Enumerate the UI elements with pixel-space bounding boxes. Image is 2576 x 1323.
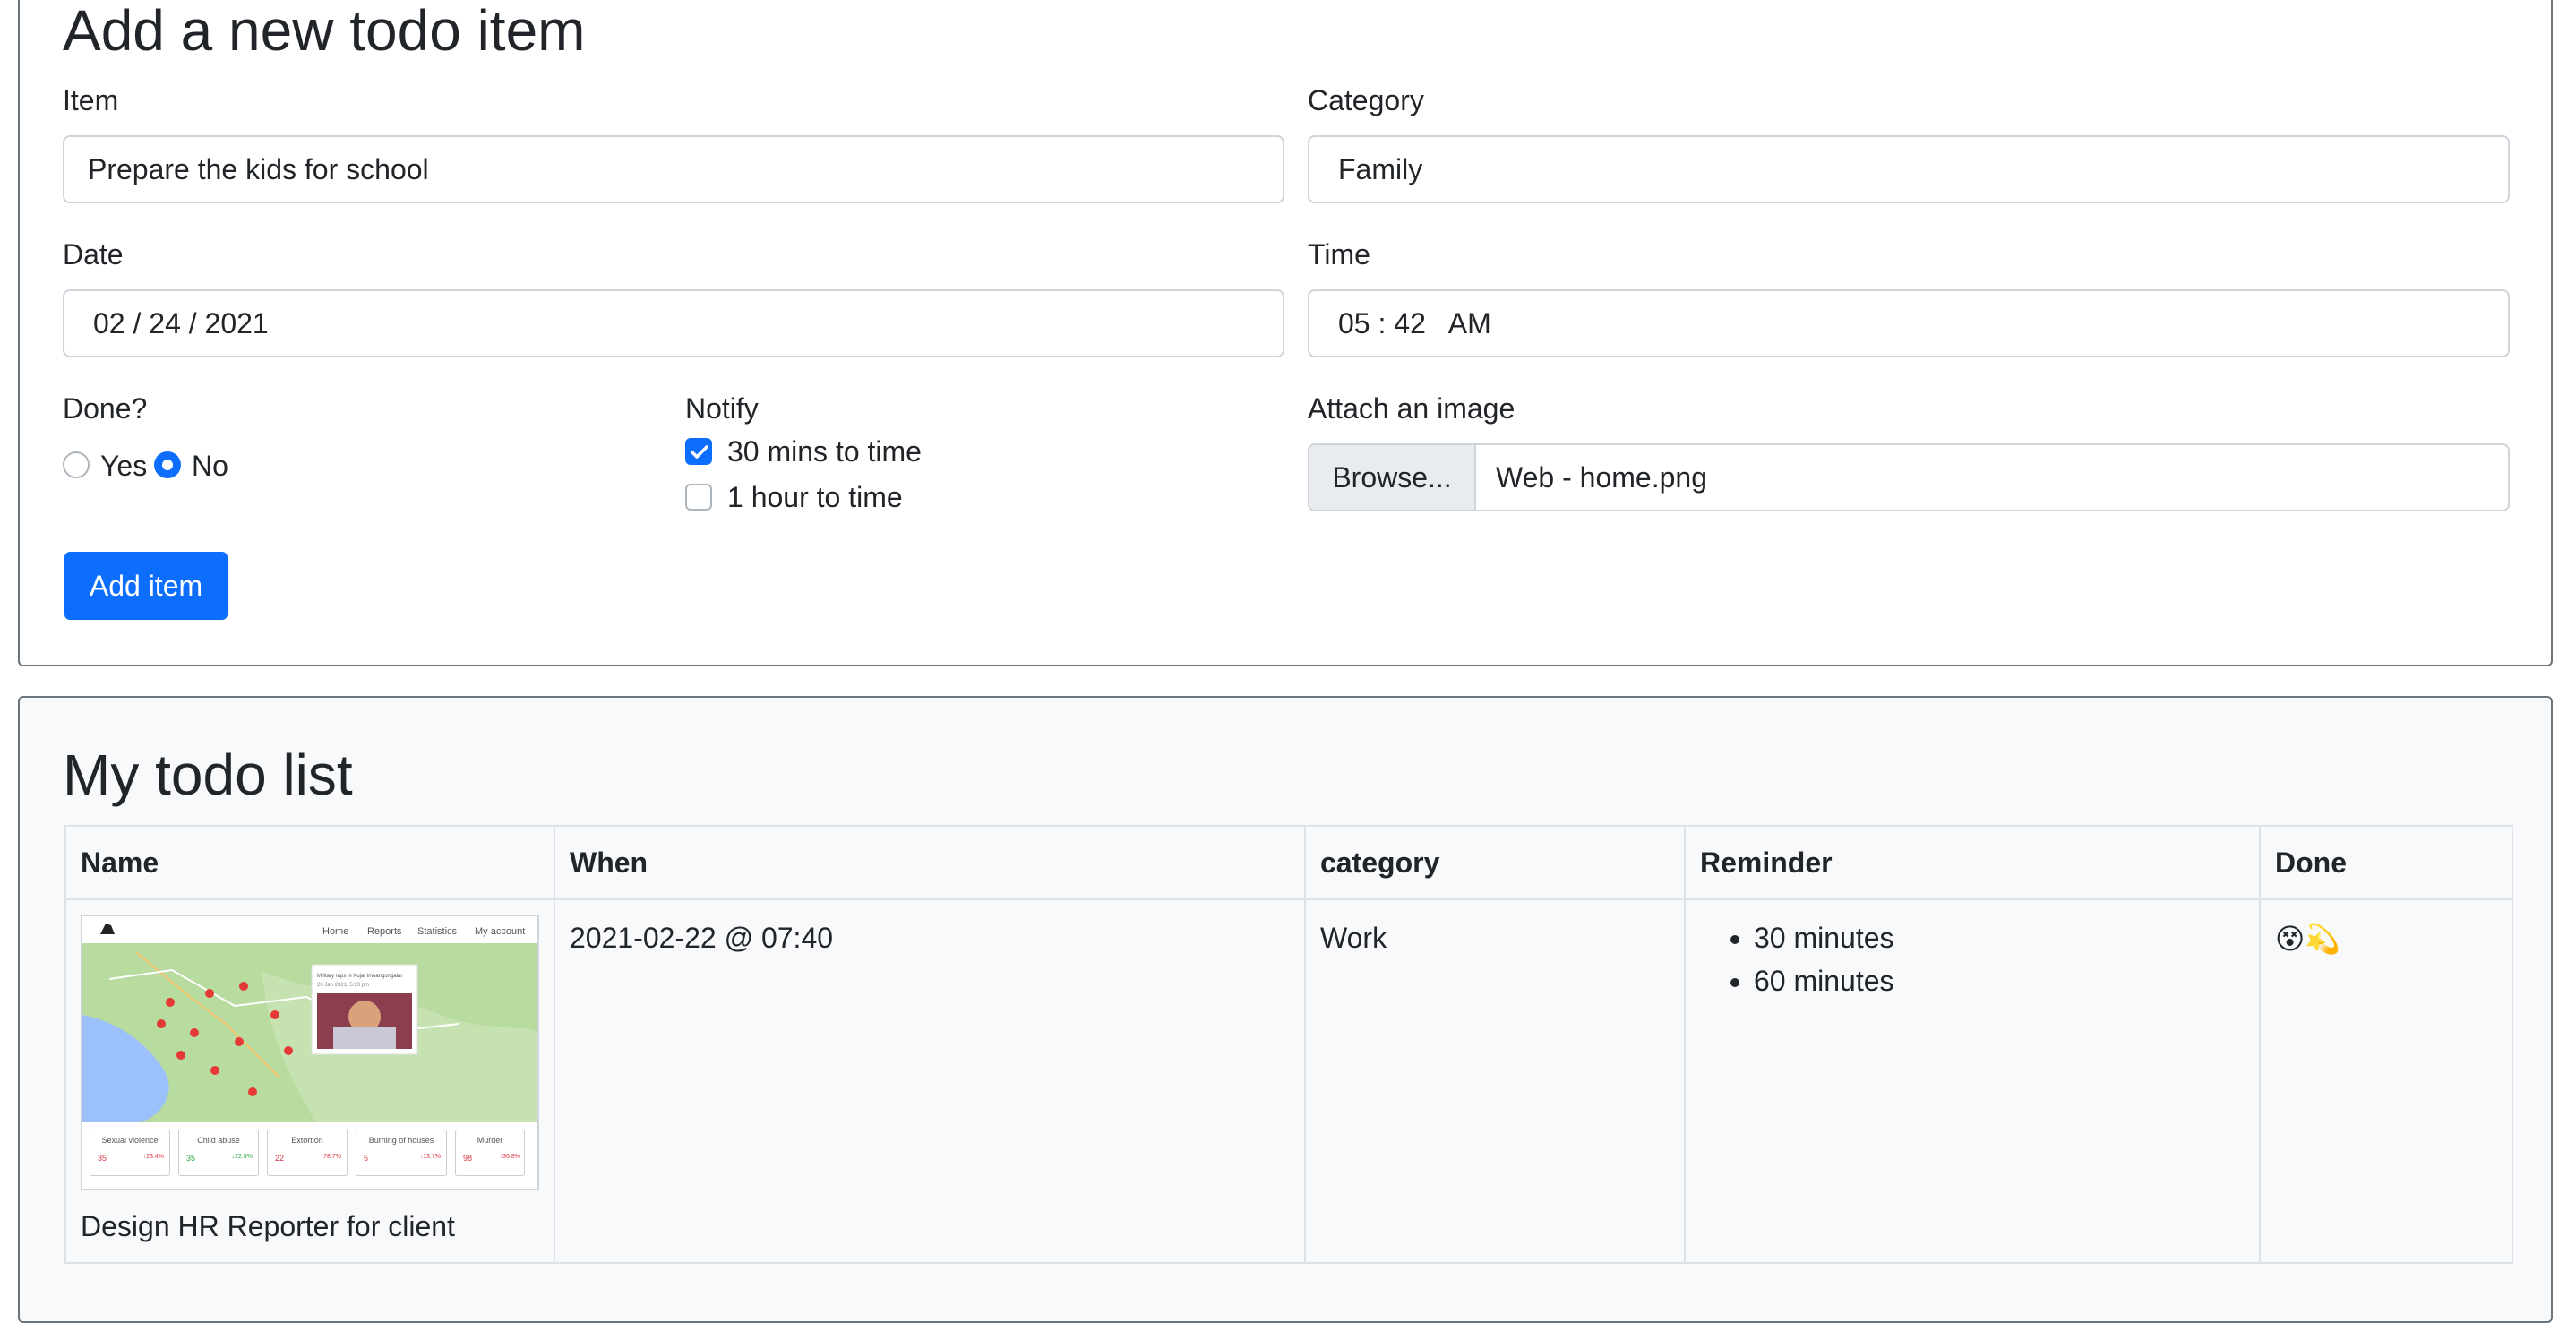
thumb-stat-label: Extortion <box>291 1136 323 1145</box>
thumb-stat-value: 22 <box>275 1154 285 1163</box>
category-label: Category <box>1308 84 1424 116</box>
thumb-stat-card: Child abuse 35 ↓22.8% <box>178 1130 259 1176</box>
thumb-nav-reports: Reports <box>367 926 402 937</box>
thumb-stat-value: 35 <box>98 1154 107 1163</box>
reminder-list: 30 minutes 60 minutes <box>1700 916 2245 1002</box>
column-header-when: When <box>554 825 1306 900</box>
thumb-stat-label: Murder <box>477 1136 503 1145</box>
cell-when: 2021-02-22 @ 07:40 <box>554 898 1306 1264</box>
notify-30-checkbox[interactable] <box>685 438 712 465</box>
time-input-value: 05 : 42 AM <box>1338 306 1491 339</box>
thumb-popup-text: Military raps in Kujai Imuangongalar <box>317 974 402 979</box>
browse-button[interactable]: Browse... <box>1309 445 1476 510</box>
thumb-stat-change: ↑78.7% <box>320 1154 341 1160</box>
done-yes-label: Yes <box>100 450 148 482</box>
add-todo-card: Add a new todo item Item Prepare the kid… <box>18 0 2553 666</box>
table-header-row: Name When category Reminder Done <box>64 825 2513 900</box>
thumb-popup-date: 20 Jan 2021, 5:23 pm <box>317 983 369 988</box>
thumb-stat-label: Sexual violence <box>101 1136 159 1145</box>
cell-reminder: 30 minutes 60 minutes <box>1684 898 2261 1264</box>
date-input-value: 02 / 24 / 2021 <box>93 306 269 339</box>
file-input[interactable]: Browse... Web - home.png <box>1308 443 2510 511</box>
thumb-stat-change: ↓22.8% <box>231 1154 253 1160</box>
done-no-label: No <box>192 450 228 482</box>
file-name: Web - home.png <box>1496 460 1707 494</box>
item-label: Item <box>63 84 119 116</box>
thumb-nav-statistics: Statistics <box>417 926 458 937</box>
time-input[interactable]: 05 : 42 AM <box>1308 289 2510 357</box>
date-input[interactable]: 02 / 24 / 2021 <box>63 289 1284 357</box>
thumb-stat-change: ↑13.7% <box>419 1154 441 1160</box>
done-yes-radio[interactable] <box>63 451 90 478</box>
column-header-reminder: Reminder <box>1684 825 2261 900</box>
notify-60-label: 1 hour to time <box>727 481 903 513</box>
reminder-item: 60 minutes <box>1754 959 2245 1002</box>
thumb-stat-change: ↑23.4% <box>142 1154 164 1160</box>
thumb-stat-card: Burning of houses 5 ↑13.7% <box>356 1130 447 1176</box>
thumb-nav-account: My account <box>475 926 525 937</box>
reminder-item: 30 minutes <box>1754 916 2245 959</box>
thumb-stat-value: 98 <box>463 1154 473 1163</box>
thumb-stat-card: Murder 98 ↑36.8% <box>455 1130 525 1176</box>
todo-image-thumbnail[interactable]: Home Reports Statistics My account Milit… <box>81 915 539 1190</box>
thumb-stat-card: Extortion 22 ↑78.7% <box>267 1130 348 1176</box>
attach-label: Attach an image <box>1308 392 1516 425</box>
column-header-category: category <box>1304 825 1686 900</box>
thumb-stat-label: Burning of houses <box>368 1136 434 1145</box>
thumb-nav-home: Home <box>322 926 348 937</box>
column-header-name: Name <box>64 825 555 900</box>
table-row: Home Reports Statistics My account Milit… <box>64 898 2513 1264</box>
done-status-emoji: 😵💫 <box>2275 923 2341 955</box>
thumb-stat-value: 5 <box>364 1154 369 1163</box>
time-label: Time <box>1308 238 1370 271</box>
thumb-stat-card: Sexual violence 35 ↑23.4% <box>90 1130 170 1176</box>
notify-label: Notify <box>685 392 759 425</box>
done-no-radio[interactable] <box>154 451 181 478</box>
thumb-stat-change: ↑36.8% <box>499 1154 520 1160</box>
cell-done: 😵💫 <box>2259 898 2513 1264</box>
todo-list-card: My todo list Name When category Reminder… <box>18 696 2553 1323</box>
form-title: Add a new todo item <box>63 0 586 63</box>
check-icon <box>691 445 708 459</box>
list-title: My todo list <box>63 743 353 807</box>
todo-table: Name When category Reminder Done Home Re… <box>64 825 2513 1264</box>
thumbnail-stats-row: Sexual violence 35 ↑23.4% Child abuse 35… <box>90 1130 525 1176</box>
notify-30-label: 30 mins to time <box>727 435 922 468</box>
cell-name: Home Reports Statistics My account Milit… <box>64 898 555 1264</box>
item-input[interactable]: Prepare the kids for school <box>63 135 1284 203</box>
thumb-stat-value: 35 <box>186 1154 196 1163</box>
notify-60-checkbox[interactable] <box>685 484 712 511</box>
category-input-value: Family <box>1338 152 1423 185</box>
category-input[interactable]: Family <box>1308 135 2510 203</box>
done-label: Done? <box>63 392 148 425</box>
column-header-done: Done <box>2259 825 2513 900</box>
item-input-value: Prepare the kids for school <box>88 152 429 185</box>
cell-category: Work <box>1304 898 1686 1264</box>
todo-name: Design HR Reporter for client <box>81 1210 455 1242</box>
add-item-button[interactable]: Add item <box>64 552 228 620</box>
date-label: Date <box>63 238 124 271</box>
thumb-stat-label: Child abuse <box>197 1136 240 1145</box>
